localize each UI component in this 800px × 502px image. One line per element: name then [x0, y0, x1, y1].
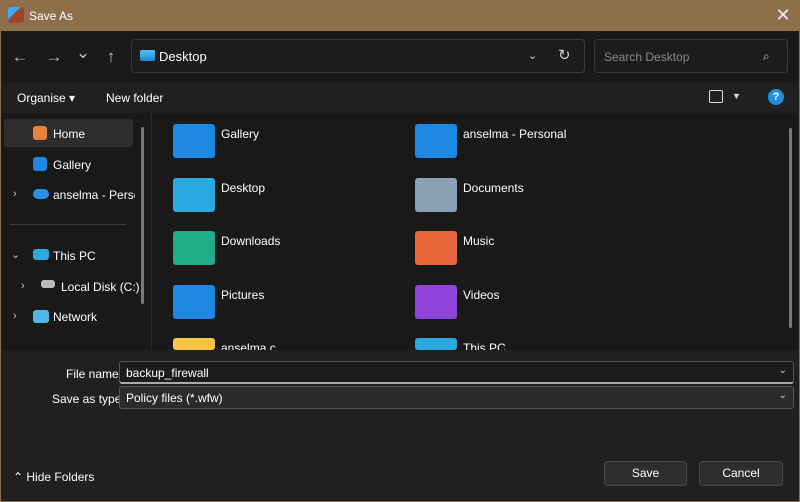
folder-icon [173, 124, 215, 158]
save-as-type-label: Save as type: [52, 392, 125, 406]
chevron-down-icon[interactable]: ⌄ [779, 390, 787, 401]
chevron-right-icon[interactable]: › [13, 188, 23, 200]
file-name-input[interactable]: backup_firewall ⌄ [119, 361, 794, 384]
file-list-item[interactable]: Pictures [221, 288, 264, 302]
this-pc-icon [33, 249, 49, 260]
onedrive-icon [33, 189, 49, 199]
window-title: Save As [29, 9, 74, 23]
desktop-icon [140, 50, 155, 61]
folder-icon [173, 231, 215, 265]
search-icon[interactable]: ⌕ [763, 49, 770, 64]
close-icon[interactable]: ✕ [770, 4, 796, 28]
sidebar-item-home[interactable]: Home [53, 127, 85, 141]
file-list-item[interactable]: Music [463, 234, 494, 248]
divider [10, 224, 126, 225]
drive-icon [41, 280, 55, 288]
chevron-right-icon[interactable]: › [21, 280, 31, 292]
organise-button[interactable]: Organise ▾ [17, 91, 75, 105]
sidebar-scrollbar[interactable] [141, 127, 144, 304]
hide-folders-button[interactable]: ⌃ Hide Folders [13, 470, 94, 484]
sidebar-item-local-disk[interactable]: Local Disk (C:) [61, 280, 140, 294]
chevron-up-icon: ⌃ [13, 470, 27, 484]
new-folder-button[interactable]: New folder [106, 91, 163, 105]
file-list-item[interactable]: Desktop [221, 181, 265, 195]
folder-icon [415, 124, 457, 158]
file-name-value: backup_firewall [126, 366, 209, 380]
firewall-app-icon [8, 7, 24, 23]
up-button[interactable]: ↑ [100, 47, 122, 67]
forward-button[interactable]: → [43, 47, 65, 67]
save-button[interactable]: Save [604, 461, 687, 486]
hide-folders-label: Hide Folders [26, 470, 95, 484]
file-list-item[interactable]: Videos [463, 288, 499, 302]
search-input[interactable]: Search Desktop [594, 39, 788, 73]
network-icon [33, 310, 49, 323]
folder-icon [415, 231, 457, 265]
home-icon [33, 126, 47, 140]
gallery-icon [33, 157, 47, 171]
save-as-type-select[interactable]: Policy files (*.wfw) ⌄ [119, 386, 794, 409]
address-text: Desktop [159, 49, 207, 64]
view-icon[interactable] [709, 90, 723, 103]
file-list-item[interactable]: Documents [463, 181, 524, 195]
cancel-button[interactable]: Cancel [699, 461, 783, 486]
file-list-scrollbar[interactable] [789, 128, 792, 328]
folder-icon [415, 338, 457, 350]
sidebar-item-onedrive[interactable]: anselma - Personal [53, 188, 135, 202]
folder-icon [173, 177, 215, 212]
file-list-item[interactable]: Downloads [221, 234, 280, 248]
help-button[interactable]: ? [768, 89, 784, 105]
save-as-type-value: Policy files (*.wfw) [126, 391, 223, 405]
file-list-item[interactable]: anselma - Personal [463, 127, 566, 141]
chevron-down-icon[interactable]: ⌄ [11, 248, 21, 261]
chevron-down-icon[interactable]: ⌄ [528, 49, 537, 62]
chevron-down-icon[interactable]: ⌄ [779, 365, 787, 376]
sidebar-item-this-pc[interactable]: This PC [53, 249, 96, 263]
divider [151, 113, 152, 350]
file-list-item[interactable]: Gallery [221, 127, 259, 141]
file-list-item[interactable]: anselma.c [221, 341, 276, 350]
title-bar [0, 0, 800, 31]
folder-icon [415, 177, 457, 212]
folder-icon [173, 284, 215, 319]
file-name-label: File name: [66, 367, 123, 381]
sidebar-item-network[interactable]: Network [53, 310, 97, 324]
chevron-down-icon[interactable]: ▼ [732, 91, 741, 101]
recent-locations-button[interactable]: ⌄ [72, 43, 94, 63]
back-button[interactable]: ← [9, 47, 31, 67]
folder-icon [415, 284, 457, 319]
sidebar-item-gallery[interactable]: Gallery [53, 158, 91, 172]
file-list-item[interactable]: This PC [463, 341, 506, 350]
folder-icon [173, 338, 215, 350]
refresh-button[interactable]: ↻ [558, 46, 571, 64]
chevron-right-icon[interactable]: › [13, 310, 23, 322]
